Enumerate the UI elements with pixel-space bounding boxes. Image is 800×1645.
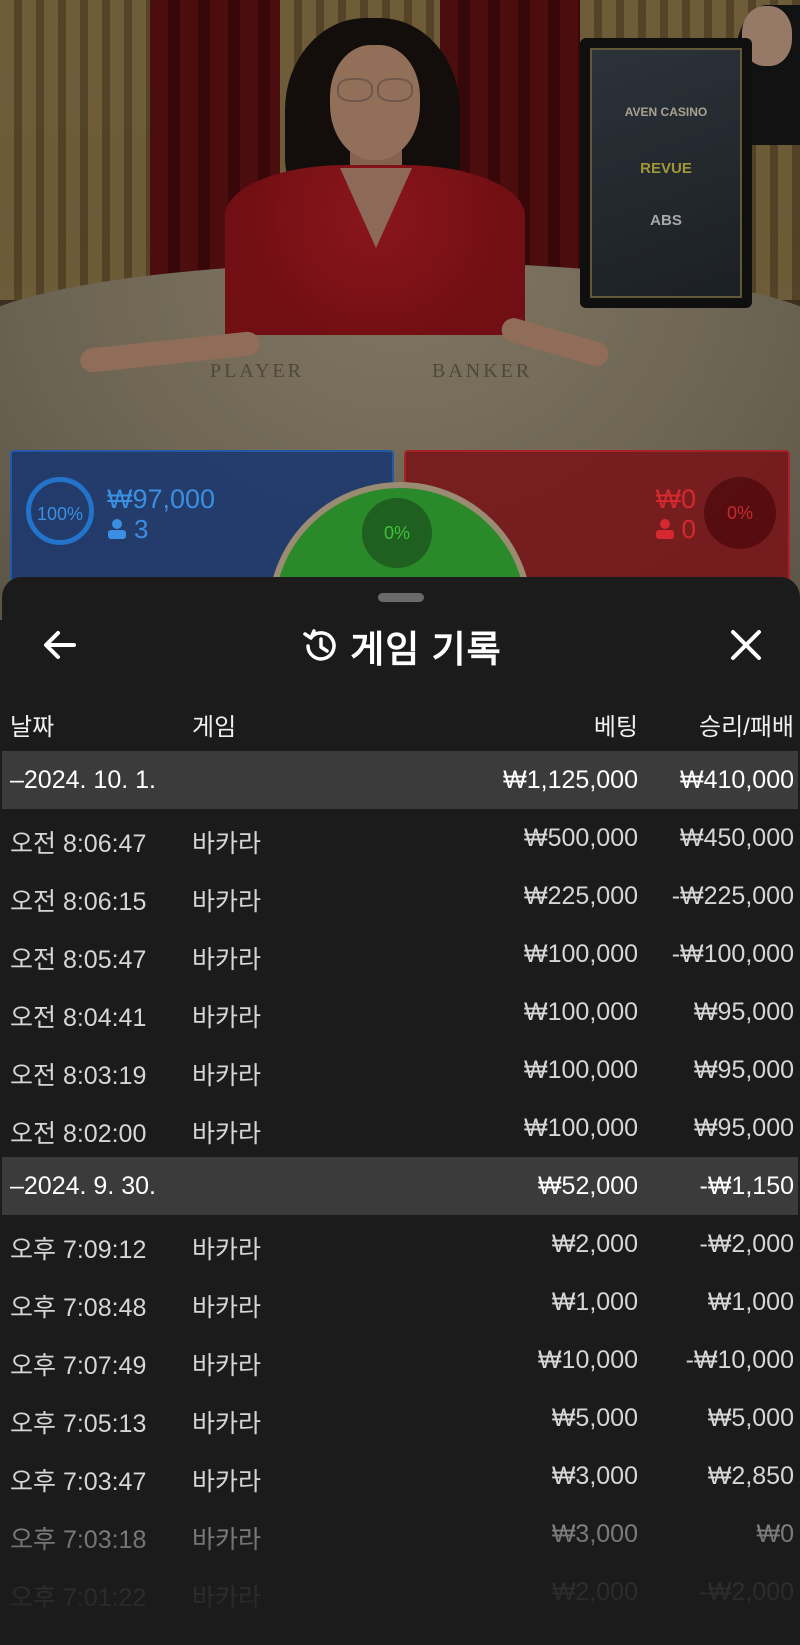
sheet-title-group: 게임 기록 bbox=[2, 619, 800, 673]
player-bet-amount: ₩97,000 bbox=[107, 484, 216, 514]
person-icon bbox=[108, 519, 126, 539]
history-row[interactable]: 오후 7:03:18 바카라 ₩3,000 ₩0 bbox=[2, 1505, 798, 1563]
history-row[interactable]: 오전 8:05:47 바카라 ₩100,000 -₩100,000 bbox=[2, 925, 798, 983]
row-bet: ₩100,000 bbox=[524, 1056, 638, 1084]
row-time: 오후 7:08:48 bbox=[10, 1294, 147, 1322]
tie-percent-ring: 0% bbox=[362, 498, 432, 568]
row-game: 바카라 bbox=[192, 1004, 262, 1032]
date-group-header[interactable]: –2024. 9. 30. ₩52,000 -₩1,150 bbox=[2, 1157, 798, 1215]
group-result-total: -₩1,150 bbox=[699, 1172, 794, 1200]
row-result: -₩10,000 bbox=[685, 1346, 794, 1374]
row-bet: ₩100,000 bbox=[524, 1114, 638, 1142]
history-row[interactable]: 오후 7:01:22 바카라 ₩2,000 -₩2,000 bbox=[2, 1563, 798, 1621]
row-result: ₩1,000 bbox=[707, 1288, 794, 1316]
history-row[interactable]: 오전 8:06:47 바카라 ₩500,000 ₩450,000 bbox=[2, 809, 798, 867]
sheet-title: 게임 기록 bbox=[350, 629, 502, 670]
row-bet: ₩1,000 bbox=[551, 1288, 638, 1316]
row-game: 바카라 bbox=[192, 1120, 262, 1148]
player-count-value: 3 bbox=[134, 514, 149, 544]
banker-bet-amount: ₩0 bbox=[655, 484, 697, 514]
column-result: 승리/패배 bbox=[699, 714, 794, 741]
history-clock-icon bbox=[300, 626, 340, 666]
row-result: ₩95,000 bbox=[693, 1114, 794, 1142]
history-row[interactable]: 오후 7:08:48 바카라 ₩1,000 ₩1,000 bbox=[2, 1273, 798, 1331]
column-bet: 베팅 bbox=[593, 714, 638, 741]
banker-percent-ring: 0% bbox=[704, 477, 776, 549]
history-row[interactable]: 오전 8:02:00 바카라 ₩100,000 ₩95,000 bbox=[2, 1099, 798, 1157]
row-game: 바카라 bbox=[192, 1526, 262, 1554]
row-game: 바카라 bbox=[192, 946, 262, 974]
row-time: 오후 7:03:18 bbox=[10, 1526, 147, 1554]
group-date: –2024. 9. 30. bbox=[10, 1172, 156, 1200]
player-percent-ring: 100% bbox=[26, 477, 94, 545]
row-game: 바카라 bbox=[192, 1352, 262, 1380]
history-row[interactable]: 오전 8:06:15 바카라 ₩225,000 -₩225,000 bbox=[2, 867, 798, 925]
group-bet-total: ₩52,000 bbox=[537, 1172, 638, 1200]
row-game: 바카라 bbox=[192, 888, 262, 916]
row-result: ₩0 bbox=[756, 1520, 795, 1548]
group-result-total: ₩410,000 bbox=[680, 766, 794, 794]
sheet-drag-handle[interactable] bbox=[378, 593, 424, 602]
row-time: 오전 8:06:15 bbox=[10, 888, 147, 916]
row-time: 오전 8:05:47 bbox=[10, 946, 147, 974]
row-game: 바카라 bbox=[192, 830, 262, 858]
row-time: 오후 7:05:13 bbox=[10, 1410, 147, 1438]
row-bet: ₩100,000 bbox=[524, 998, 638, 1026]
banker-bettor-count: 0 bbox=[655, 514, 696, 545]
row-result: ₩5,000 bbox=[707, 1404, 794, 1432]
close-x-icon bbox=[731, 630, 761, 660]
row-game: 바카라 bbox=[192, 1294, 262, 1322]
row-time: 오전 8:04:41 bbox=[10, 1004, 147, 1032]
banker-count-value: 0 bbox=[681, 514, 696, 544]
row-time: 오후 7:01:22 bbox=[10, 1584, 147, 1612]
history-row[interactable]: 오전 8:03:19 바카라 ₩100,000 ₩95,000 bbox=[2, 1041, 798, 1099]
row-bet: ₩500,000 bbox=[524, 824, 638, 852]
row-result: ₩95,000 bbox=[693, 998, 794, 1026]
row-result: -₩100,000 bbox=[671, 940, 794, 968]
row-game: 바카라 bbox=[192, 1468, 262, 1496]
row-result: ₩450,000 bbox=[680, 824, 794, 852]
row-time: 오전 8:02:00 bbox=[10, 1120, 147, 1148]
row-bet: ₩225,000 bbox=[524, 882, 638, 910]
row-result: ₩2,850 bbox=[707, 1462, 794, 1490]
sheet-header: 게임 기록 bbox=[2, 605, 800, 685]
date-group-header[interactable]: –2024. 10. 1. ₩1,125,000 ₩410,000 bbox=[2, 751, 798, 809]
row-game: 바카라 bbox=[192, 1584, 262, 1612]
history-list: –2024. 10. 1. ₩1,125,000 ₩410,000 오전 8:0… bbox=[2, 751, 798, 1621]
row-time: 오전 8:06:47 bbox=[10, 830, 147, 858]
row-time: 오후 7:09:12 bbox=[10, 1236, 147, 1264]
row-time: 오후 7:07:49 bbox=[10, 1352, 147, 1380]
row-time: 오후 7:03:47 bbox=[10, 1468, 147, 1496]
row-time: 오전 8:03:19 bbox=[10, 1062, 147, 1090]
history-row[interactable]: 오전 8:04:41 바카라 ₩100,000 ₩95,000 bbox=[2, 983, 798, 1041]
history-row[interactable]: 오후 7:05:13 바카라 ₩5,000 ₩5,000 bbox=[2, 1389, 798, 1447]
group-date: –2024. 10. 1. bbox=[10, 766, 156, 794]
game-history-sheet: 게임 기록 날짜 게임 베팅 승리/패배 –2024. 10. 1. ₩1,12… bbox=[2, 577, 800, 1645]
column-headers: 날짜 게임 베팅 승리/패배 bbox=[2, 695, 798, 745]
row-game: 바카라 bbox=[192, 1410, 262, 1438]
row-result: -₩2,000 bbox=[699, 1578, 794, 1606]
row-game: 바카라 bbox=[192, 1062, 262, 1090]
row-result: -₩2,000 bbox=[699, 1230, 794, 1258]
row-bet: ₩2,000 bbox=[551, 1230, 638, 1258]
player-bettor-count: 3 bbox=[108, 514, 148, 545]
row-game: 바카라 bbox=[192, 1236, 262, 1264]
history-row[interactable]: 오후 7:03:47 바카라 ₩3,000 ₩2,850 bbox=[2, 1447, 798, 1505]
column-game: 게임 bbox=[192, 714, 237, 741]
row-result: ₩95,000 bbox=[693, 1056, 794, 1084]
row-bet: ₩3,000 bbox=[551, 1462, 638, 1490]
close-button[interactable] bbox=[724, 623, 768, 667]
row-bet: ₩2,000 bbox=[551, 1578, 638, 1606]
group-bet-total: ₩1,125,000 bbox=[503, 766, 638, 794]
row-bet: ₩3,000 bbox=[551, 1520, 638, 1548]
person-icon bbox=[655, 519, 674, 539]
row-bet: ₩5,000 bbox=[551, 1404, 638, 1432]
row-result: -₩225,000 bbox=[671, 882, 794, 910]
column-date: 날짜 bbox=[10, 714, 55, 741]
row-bet: ₩10,000 bbox=[537, 1346, 638, 1374]
row-bet: ₩100,000 bbox=[524, 940, 638, 968]
history-row[interactable]: 오후 7:07:49 바카라 ₩10,000 -₩10,000 bbox=[2, 1331, 798, 1389]
history-row[interactable]: 오후 7:09:12 바카라 ₩2,000 -₩2,000 bbox=[2, 1215, 798, 1273]
